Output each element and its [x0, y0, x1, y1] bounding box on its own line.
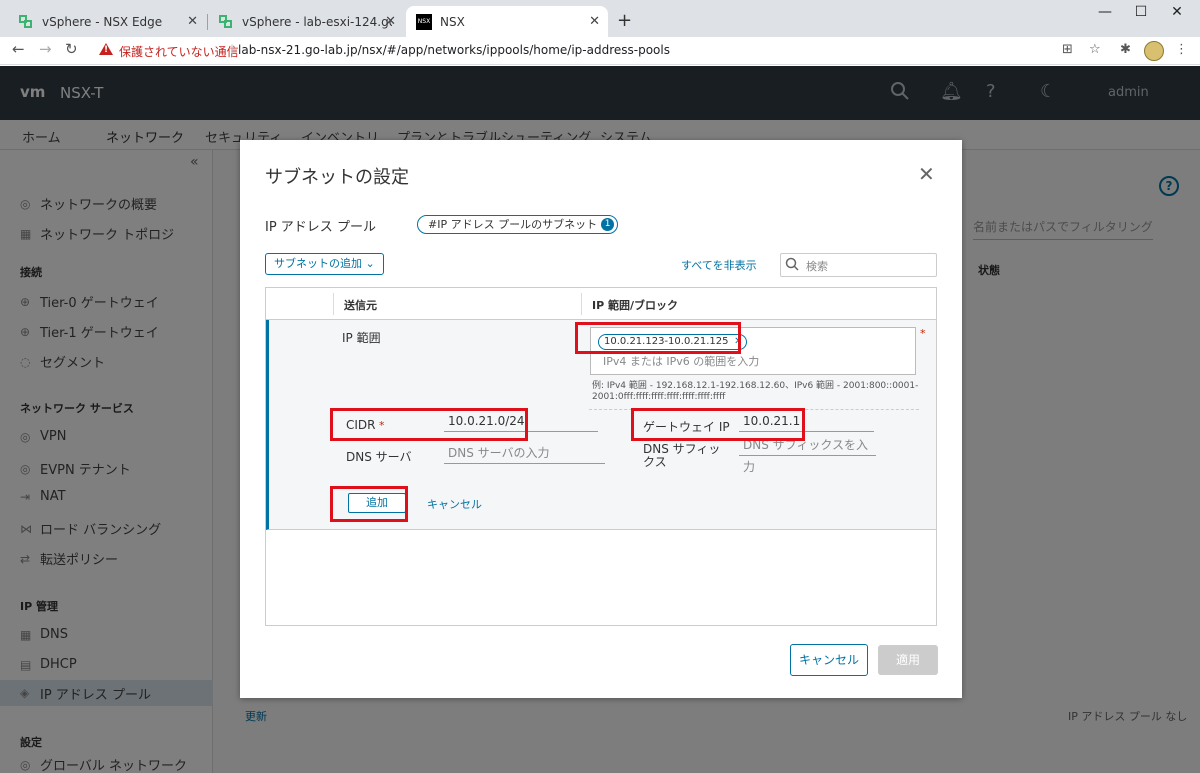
dns-server-input[interactable]: DNS サーバの入力	[444, 442, 605, 464]
highlight-cidr	[330, 408, 528, 441]
minimize-icon[interactable]: —	[1090, 4, 1120, 20]
url-separator: |	[230, 43, 235, 57]
add-subnet-dropdown[interactable]: サブネットの追加 ⌄	[265, 253, 384, 275]
new-tab-button[interactable]: +	[617, 10, 632, 31]
browser-tabstrip: vSphere - NSX Edge ✕ vSphere - lab-esxi-…	[0, 0, 1200, 37]
search-placeholder: 検索	[806, 260, 828, 273]
profile-avatar[interactable]	[1144, 41, 1164, 61]
pool-subnet-pill-label: #IP アドレス プールのサブネット	[428, 218, 598, 231]
forward-icon[interactable]: →	[39, 40, 52, 58]
grid-header: 送信元 IP 範囲/ブロック	[266, 288, 936, 320]
ip-range-label: IP 範囲	[342, 331, 381, 345]
add-subnet-label: サブネットの追加	[274, 257, 362, 270]
search-input[interactable]: 検索	[780, 253, 937, 277]
column-ip-range: IP 範囲/ブロック	[592, 299, 679, 312]
url-text[interactable]: lab-nsx-21.go-lab.jp/nsx/#/app/networks/…	[238, 43, 670, 57]
close-icon[interactable]: ✕	[918, 162, 935, 186]
tab-close-icon[interactable]: ✕	[187, 14, 198, 29]
subnet-settings-modal: サブネットの設定 ✕ IP アドレス プール #IP アドレス プールのサブネッ…	[240, 140, 962, 698]
apply-button[interactable]: 適用	[878, 645, 938, 675]
dns-server-label: DNS サーバ	[346, 450, 412, 464]
window-close-icon[interactable]: ✕	[1162, 4, 1192, 20]
translate-icon[interactable]: ⊞	[1062, 42, 1073, 57]
modal-title: サブネットの設定	[265, 167, 409, 188]
column-separator	[581, 293, 582, 315]
pool-subnet-pill[interactable]: #IP アドレス プールのサブネット 1	[417, 215, 619, 234]
ip-range-example: 例: IPv4 範囲 - 192.168.12.1-192.168.12.60、…	[592, 381, 919, 402]
highlight-ip-range	[575, 322, 741, 354]
tab-close-icon[interactable]: ✕	[385, 14, 396, 29]
pool-subnet-count: 1	[601, 218, 615, 231]
browser-toolbar: ← → ↻ ! 保護されていない通信 | lab-nsx-21.go-lab.j…	[0, 37, 1200, 65]
ip-pool-label: IP アドレス プール	[265, 220, 376, 235]
extensions-icon[interactable]: ✱	[1120, 42, 1131, 57]
tab-title: NSX	[440, 14, 465, 29]
tab-close-icon[interactable]: ✕	[589, 14, 600, 29]
menu-icon[interactable]: ⋮	[1175, 42, 1188, 57]
maximize-icon[interactable]: ☐	[1126, 4, 1156, 20]
browser-tab-nsx-edge[interactable]: vSphere - NSX Edge ✕	[8, 6, 206, 37]
nsx-favicon-icon: NSX	[416, 13, 432, 30]
highlight-add-button	[330, 486, 408, 522]
browser-tab-nsx[interactable]: NSX NSX ✕	[406, 6, 608, 37]
cancel-button[interactable]: キャンセル	[790, 644, 868, 676]
vsphere-favicon-icon	[218, 14, 234, 30]
tab-title: vSphere - NSX Edge	[42, 14, 163, 29]
vsphere-favicon-icon	[18, 14, 34, 30]
ip-range-placeholder: IPv4 または IPv6 の範囲を入力	[603, 355, 760, 368]
reload-icon[interactable]: ↻	[65, 40, 78, 58]
browser-tab-esxi[interactable]: vSphere - lab-esxi-124.go-lab.jp ✕	[208, 6, 404, 37]
column-source: 送信元	[344, 299, 377, 312]
search-icon	[785, 257, 799, 274]
chevron-down-icon: ⌄	[365, 257, 375, 270]
column-separator	[333, 293, 334, 315]
dns-suffix-label: DNS サフィックス	[643, 442, 721, 469]
bookmark-star-icon[interactable]: ☆	[1089, 42, 1101, 57]
security-warning[interactable]: 保護されていない通信	[119, 43, 239, 60]
row-cancel-link[interactable]: キャンセル	[427, 496, 482, 512]
warning-icon: !	[99, 43, 113, 55]
required-marker: *	[920, 327, 926, 340]
hide-all-link[interactable]: すべてを非表示	[681, 257, 757, 273]
back-icon[interactable]: ←	[12, 40, 25, 58]
highlight-gateway	[631, 408, 805, 441]
tab-title: vSphere - lab-esxi-124.go-lab.jp	[242, 14, 392, 29]
